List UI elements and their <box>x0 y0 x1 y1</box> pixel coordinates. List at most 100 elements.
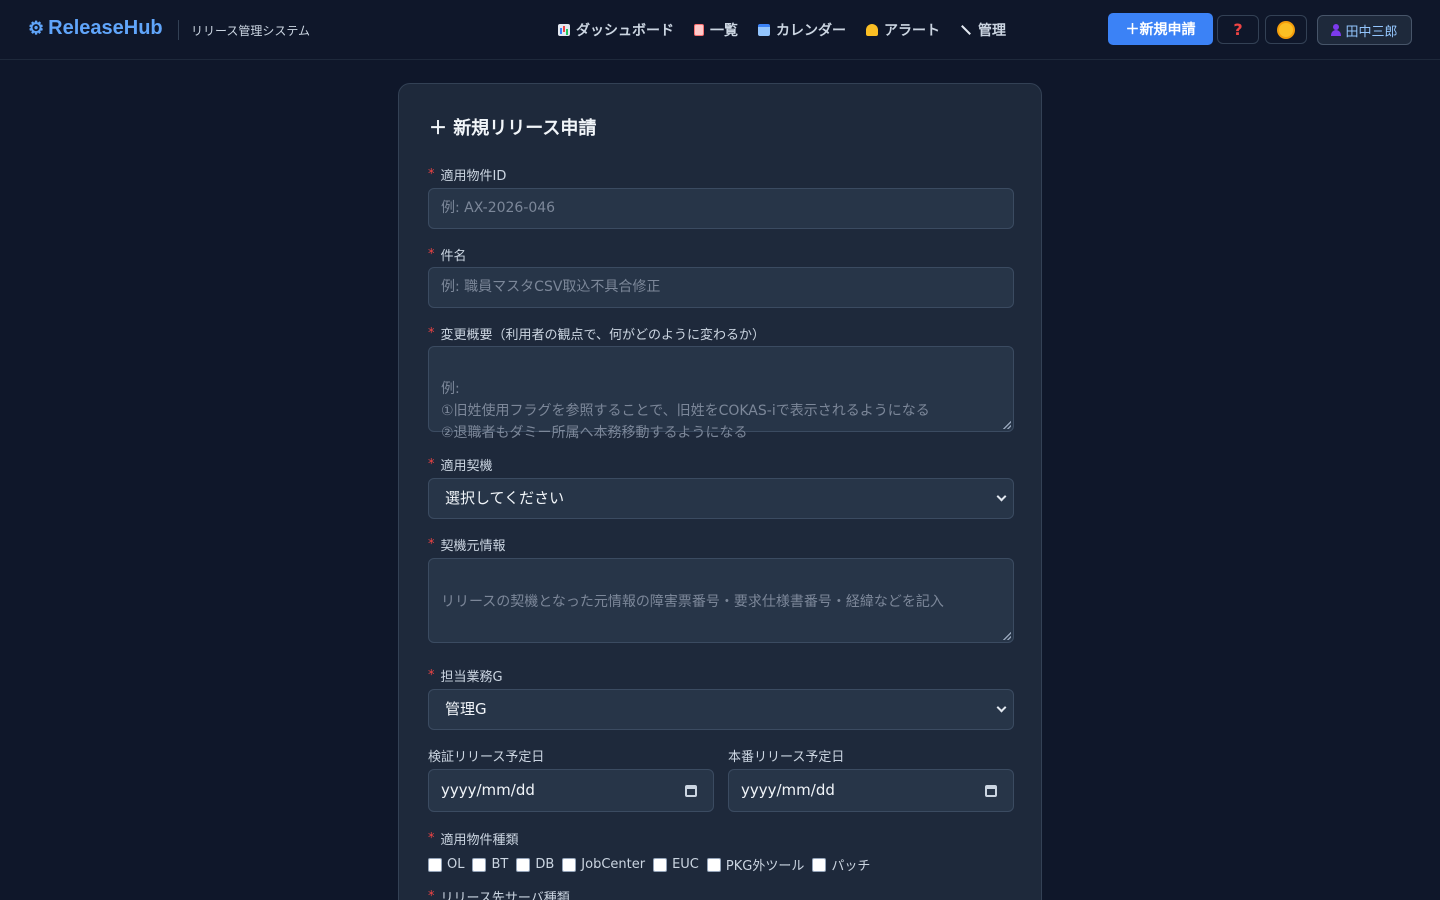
bell-icon <box>866 24 878 36</box>
business-group-label-text: 担当業務G <box>440 670 503 685</box>
required-marker: * <box>428 457 435 472</box>
checkbox-box[interactable] <box>516 857 531 872</box>
property-type-checkbox-group: OL BT DB JobCenter EUC PKG外ツール パッチ <box>428 855 878 874</box>
new-release-form-card: ＋ 新規リリース申請 * 適用物件ID 例: AX-2026-046 * 件名 … <box>398 83 1042 900</box>
checkbox-label: PKG外ツール <box>725 859 805 874</box>
property-type-label-text: 適用物件種類 <box>440 833 519 848</box>
resize-handle-icon[interactable] <box>1003 421 1011 429</box>
top-navigation-bar: ⚙ ReleaseHub リリース管理システム ダッシュボード 一覧 カレンダー… <box>0 0 1440 60</box>
calendar-icon <box>758 24 770 36</box>
property-id-label: * 適用物件ID <box>428 165 506 184</box>
chevron-down-icon <box>996 491 1007 502</box>
user-menu-button[interactable]: 田中三郎 <box>1317 15 1412 45</box>
checkbox-label: JobCenter <box>581 857 646 872</box>
checkbox-box[interactable] <box>812 857 827 872</box>
required-marker: * <box>428 537 435 552</box>
brand-logo[interactable]: ⚙ ReleaseHub <box>28 17 163 40</box>
checkbox-jobcenter[interactable]: JobCenter <box>562 857 645 872</box>
checkbox-label: EUC <box>672 857 699 872</box>
subject-input[interactable]: 例: 職員マスタCSV取込不具合修正 <box>428 267 1014 308</box>
required-marker: * <box>428 326 435 341</box>
summary-textarea[interactable]: 例: ①旧姓使用フラグを参照することで、旧姓をCOKAS-iで表示されるようにな… <box>428 346 1014 441</box>
checkbox-patch[interactable]: パッチ <box>812 855 870 874</box>
required-marker: * <box>428 831 435 846</box>
trigger-info-label: * 契機元情報 <box>428 535 506 554</box>
nav-list[interactable]: 一覧 <box>684 14 748 46</box>
app-subtitle: リリース管理システム <box>191 24 311 38</box>
trigger-info-textarea[interactable]: リリースの契機となった元情報の障害票番号・要求仕様書番号・経緯などを記入 <box>428 558 1014 643</box>
user-name: 田中三郎 <box>1345 24 1398 40</box>
nav-admin[interactable]: 管理 <box>950 14 1016 46</box>
calendar-picker-icon[interactable] <box>985 785 997 797</box>
subject-label-text: 件名 <box>440 249 467 264</box>
trigger-selected-value: 選択してください <box>445 489 565 507</box>
trigger-info-label-text: 契機元情報 <box>440 539 506 554</box>
help-button[interactable]: ? <box>1217 15 1259 44</box>
wrench-icon <box>960 24 972 36</box>
verify-date-label: 検証リリース予定日 <box>428 750 545 765</box>
business-group-selected-value: 管理G <box>445 700 487 718</box>
checkbox-box[interactable] <box>472 857 487 872</box>
trigger-label: * 適用契機 <box>428 455 493 474</box>
list-icon <box>694 24 704 36</box>
verify-date-input[interactable]: yyyy/mm/dd <box>428 769 714 812</box>
gear-icon: ⚙ <box>28 18 45 38</box>
required-marker: * <box>428 167 435 182</box>
property-id-label-text: 適用物件ID <box>440 169 507 184</box>
sun-icon <box>1279 22 1293 37</box>
required-marker: * <box>428 889 435 900</box>
help-icon: ? <box>1233 20 1243 39</box>
nav-alerts[interactable]: アラート <box>856 14 950 46</box>
checkbox-box[interactable] <box>562 857 577 872</box>
nav-calendar-label: カレンダー <box>776 23 846 39</box>
server-type-label: * リリース先サーバ種類 <box>428 887 570 900</box>
form-title: ＋ 新規リリース申請 <box>429 118 597 139</box>
checkbox-bt[interactable]: BT <box>472 857 508 872</box>
subject-label: * 件名 <box>428 245 467 264</box>
nav-admin-label: 管理 <box>978 23 1006 39</box>
checkbox-ol[interactable]: OL <box>428 857 464 872</box>
chevron-down-icon <box>996 702 1007 713</box>
nav-dashboard-label: ダッシュボード <box>576 23 674 39</box>
property-type-label: * 適用物件種類 <box>428 829 519 848</box>
business-group-select[interactable]: 管理G <box>428 689 1014 730</box>
summary-placeholder: 例: ①旧姓使用フラグを参照することで、旧姓をCOKAS-iで表示されるようにな… <box>441 381 930 441</box>
trigger-info-placeholder: リリースの契機となった元情報の障害票番号・要求仕様書番号・経緯などを記入 <box>441 594 944 610</box>
prod-date-value: yyyy/mm/dd <box>741 781 835 799</box>
checkbox-label: パッチ <box>831 859 871 874</box>
trigger-label-text: 適用契機 <box>440 459 493 474</box>
brand-name: ReleaseHub <box>48 17 163 39</box>
checkbox-pkg-tool[interactable]: PKG外ツール <box>706 855 805 874</box>
new-request-button[interactable]: ＋新規申請 <box>1108 13 1213 45</box>
user-icon <box>1331 24 1342 36</box>
nav-list-label: 一覧 <box>710 23 738 39</box>
checkbox-db[interactable]: DB <box>516 857 554 872</box>
summary-label: * 変更概要（利用者の観点で、何がどのように変わるか） <box>428 324 765 343</box>
checkbox-label: BT <box>491 857 509 872</box>
nav-alerts-label: アラート <box>884 23 940 39</box>
subject-placeholder: 例: 職員マスタCSV取込不具合修正 <box>441 279 661 295</box>
checkbox-box[interactable] <box>428 857 442 872</box>
verify-date-value: yyyy/mm/dd <box>441 781 535 799</box>
chart-icon <box>558 24 570 36</box>
checkbox-label: DB <box>535 857 555 872</box>
theme-toggle-button[interactable] <box>1265 15 1307 44</box>
resize-handle-icon[interactable] <box>1003 632 1011 640</box>
checkbox-label: OL <box>447 857 465 872</box>
property-id-input[interactable]: 例: AX-2026-046 <box>428 188 1014 229</box>
checkbox-box[interactable] <box>653 857 668 872</box>
trigger-select[interactable]: 選択してください <box>428 478 1014 519</box>
business-group-label: * 担当業務G <box>428 666 503 685</box>
calendar-picker-icon[interactable] <box>685 785 697 797</box>
property-id-placeholder: 例: AX-2026-046 <box>441 200 556 216</box>
checkbox-box[interactable] <box>706 857 721 872</box>
nav-calendar[interactable]: カレンダー <box>748 14 856 46</box>
main-nav: ダッシュボード 一覧 カレンダー アラート 管理 <box>548 14 1016 46</box>
nav-dashboard[interactable]: ダッシュボード <box>548 14 684 46</box>
prod-date-input[interactable]: yyyy/mm/dd <box>728 769 1014 812</box>
required-marker: * <box>428 247 435 262</box>
checkbox-euc[interactable]: EUC <box>653 857 699 872</box>
required-marker: * <box>428 668 435 683</box>
prod-date-label: 本番リリース予定日 <box>728 750 845 765</box>
server-type-label-text: リリース先サーバ種類 <box>440 891 570 900</box>
